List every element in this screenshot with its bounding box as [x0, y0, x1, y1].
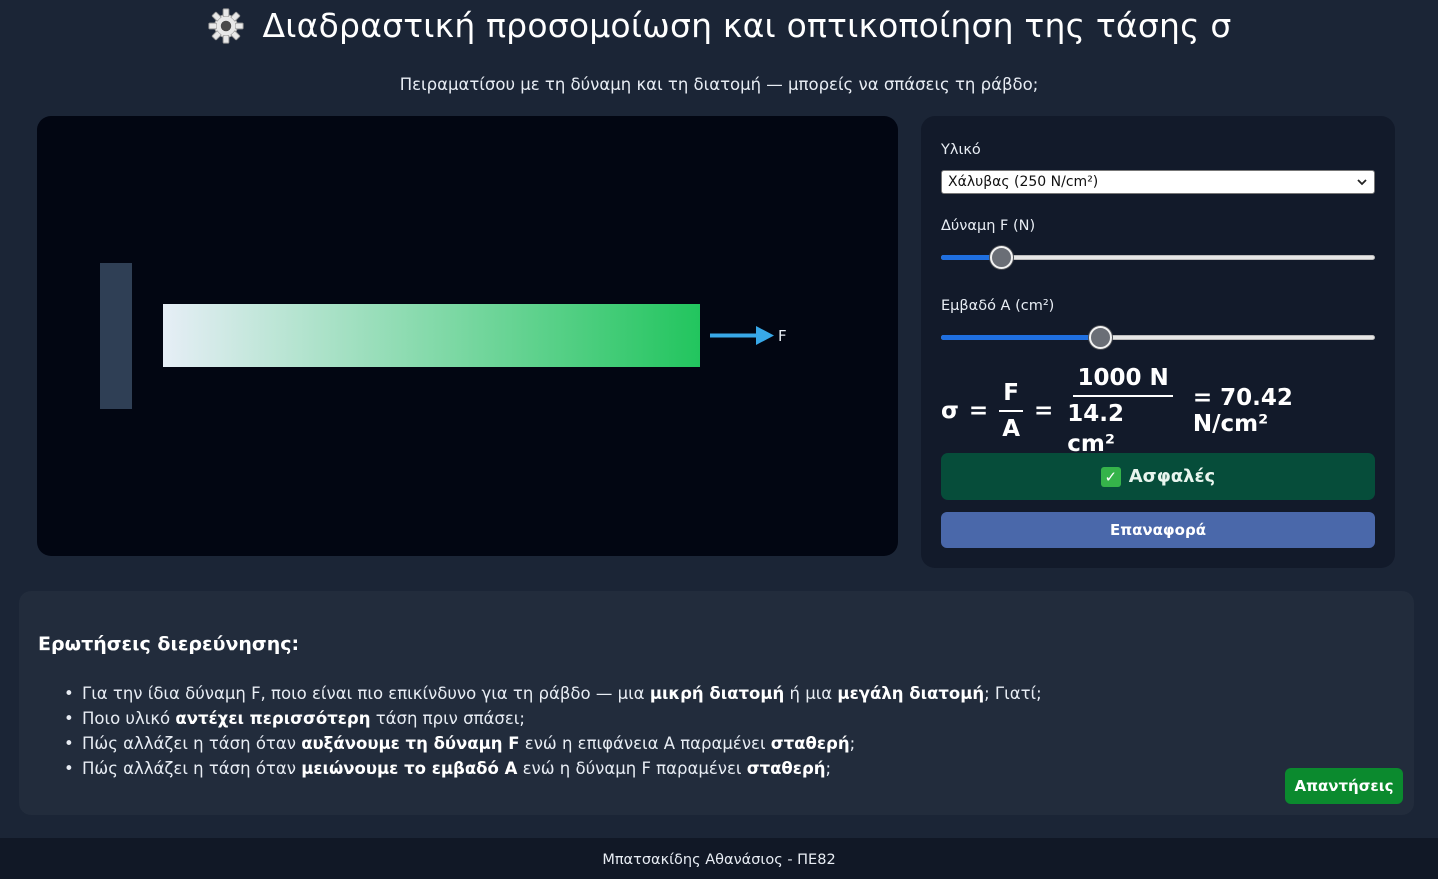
material-select-value: Χάλυβας (250 N/cm²) [948, 174, 1099, 190]
list-item: Πώς αλλάζει η τάση όταν μειώνουμε το εμβ… [64, 756, 1042, 781]
rod [163, 304, 700, 367]
equals-sign-2: = [1034, 398, 1054, 424]
gear-icon [207, 7, 244, 44]
list-item: Ποιο υλικό αντέχει περισσότερη τάση πριν… [64, 706, 1042, 731]
area-slider[interactable] [941, 326, 1375, 350]
questions-title: Ερωτήσεις διερεύνησης: [38, 633, 300, 655]
list-item: Πώς αλλάζει η τάση όταν αυξάνουμε τη δύν… [64, 731, 1042, 756]
footer: Μπατσακίδης Αθανάσιος - ΠΕ82 [0, 838, 1438, 879]
fraction-denominator-a: A [1002, 416, 1021, 442]
page-title: Διαδραστική προσομοίωση και οπτικοποίηση… [0, 6, 1438, 45]
q2-bold-1: αντέχει περισσότερη [175, 709, 371, 728]
force-value: 1000 N [1073, 363, 1173, 397]
title-text: Διαδραστική προσομοίωση και οπτικοποίηση… [262, 6, 1232, 45]
q1-text-c: ή μια [784, 684, 838, 703]
force-slider-label: Δύναμη F (N) [941, 218, 1036, 234]
q1-bold-2: μεγάλη διατομή [837, 684, 985, 703]
q4-bold-1: μειώνουμε το εμβαδό A [301, 759, 518, 778]
q1-text-d: ; Γιατί; [984, 684, 1042, 703]
chevron-down-icon [1357, 179, 1367, 186]
wall [100, 263, 132, 409]
q3-bold-2: σταθερή [770, 734, 850, 753]
page-subtitle: Πειραματίσου με τη δύναμη και τη διατομή… [399, 75, 1039, 94]
simulation-canvas: F [37, 116, 898, 556]
equals-sign: = [968, 398, 989, 424]
force-slider-thumb[interactable] [990, 246, 1014, 269]
fraction-numerator-f: F [999, 378, 1023, 412]
q3-text-d: ; [849, 734, 856, 753]
stress-result: = 70.42 N/cm² [1192, 385, 1293, 437]
controls-panel: Υλικό Χάλυβας (250 N/cm²) Δύναμη F (N) Ε… [921, 116, 1395, 568]
q3-text-c: ενώ η επιφάνεια A παραμένει [519, 734, 771, 753]
list-item: Για την ίδια δύναμη F, ποιο είναι πιο επ… [64, 681, 1042, 706]
force-arrow-head [756, 326, 774, 345]
symbolic-fraction: F A [998, 378, 1024, 444]
questions-list: Για την ίδια δύναμη F, ποιο είναι πιο επ… [64, 681, 1042, 781]
status-badge: ✓ Ασφαλές [941, 453, 1375, 500]
force-label: F [778, 327, 787, 345]
force-slider[interactable] [941, 246, 1375, 270]
material-label: Υλικό [941, 142, 981, 158]
reset-button[interactable]: Επαναφορά [941, 512, 1375, 548]
q3-bold-1: αυξάνουμε τη δύναμη F [301, 734, 520, 753]
material-select[interactable]: Χάλυβας (250 N/cm²) [941, 170, 1375, 194]
stress-formula: σ = F A = 1000 N 14.2 cm² = 70.42 N/cm² [941, 365, 1375, 457]
area-slider-fill [941, 335, 1101, 340]
answers-button[interactable]: Απαντήσεις [1285, 768, 1403, 804]
q2-text-a: Ποιο υλικό [82, 709, 176, 728]
q4-text-c: ενώ η δύναμη F παραμένει [517, 759, 747, 778]
q4-text-d: ; [825, 759, 832, 778]
status-text: Ασφαλές [1128, 466, 1216, 487]
q2-text-c: τάση πριν σπάσει; [370, 709, 525, 728]
sigma-symbol: σ [941, 398, 959, 424]
numeric-fraction: 1000 N 14.2 cm² [1063, 363, 1183, 459]
q3-text-a: Πώς αλλάζει η τάση όταν [82, 734, 302, 753]
area-slider-label: Εμβαδό A (cm²) [941, 298, 1055, 314]
q1-text-a: Για την ίδια δύναμη F, ποιο είναι πιο επ… [82, 684, 650, 703]
area-slider-thumb[interactable] [1088, 326, 1112, 349]
q1-bold-1: μικρή διατομή [649, 684, 785, 703]
questions-panel: Ερωτήσεις διερεύνησης: Για την ίδια δύνα… [19, 591, 1414, 815]
check-icon: ✓ [1100, 466, 1121, 487]
simulation-drawing: F [100, 263, 787, 409]
q4-text-a: Πώς αλλάζει η τάση όταν [82, 759, 302, 778]
area-value: 14.2 cm² [1067, 401, 1125, 457]
q4-bold-2: σταθερή [746, 759, 826, 778]
